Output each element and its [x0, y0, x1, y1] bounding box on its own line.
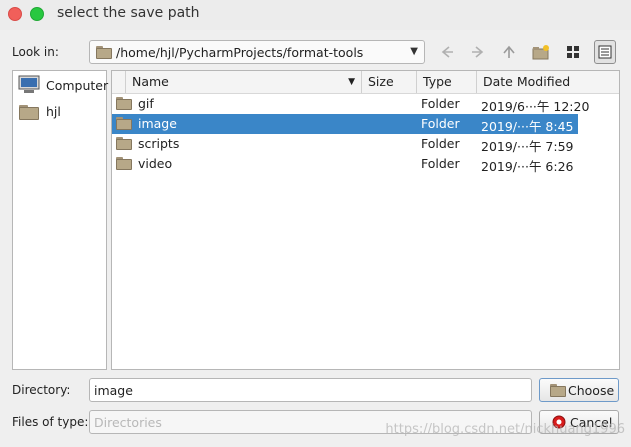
sidebar-item-computer[interactable]: Computer: [18, 75, 108, 97]
up-arrow-icon[interactable]: [498, 40, 520, 64]
file-name: scripts: [138, 136, 180, 151]
maximize-window-button[interactable]: [30, 7, 44, 21]
window-title: select the save path: [57, 5, 200, 21]
chevron-down-icon[interactable]: ▼: [410, 46, 418, 57]
table-row-selected[interactable]: image Folder 2019/···午 8:45: [112, 114, 578, 134]
detail-view-icon[interactable]: [594, 40, 616, 64]
file-date: 2019/6···午 12:20: [481, 99, 590, 114]
file-type: Folder: [421, 136, 460, 151]
file-date: 2019/···午 7:59: [481, 139, 574, 154]
look-in-combo[interactable]: /home/hjl/PycharmProjects/format-tools ▼: [89, 40, 425, 64]
file-name: image: [138, 116, 177, 131]
folder-icon: [116, 117, 132, 130]
file-list: Name ▼ Size Type Date Modified gif Folde…: [111, 70, 620, 370]
table-header: Name ▼ Size Type Date Modified: [112, 71, 619, 94]
back-arrow-icon[interactable]: [436, 40, 458, 64]
sort-descending-icon: ▼: [348, 77, 355, 87]
folder-icon: [550, 384, 566, 397]
file-date: 2019/···午 6:26: [481, 159, 574, 174]
directory-input[interactable]: image: [89, 378, 532, 402]
sidebar-item-label: Computer: [46, 78, 109, 93]
file-date: 2019/···午 8:45: [481, 119, 574, 134]
column-header-type[interactable]: Type: [417, 71, 477, 93]
look-in-path: /home/hjl/PycharmProjects/format-tools: [116, 45, 364, 60]
column-header-date[interactable]: Date Modified: [477, 71, 577, 93]
table-row[interactable]: gif Folder 2019/6···午 12:20: [112, 94, 589, 114]
title-bar: select the save path: [0, 0, 631, 30]
file-type: Folder: [421, 116, 460, 131]
file-name: gif: [138, 96, 154, 111]
files-of-type-value: Directories: [94, 415, 162, 430]
folder-icon: [19, 105, 39, 120]
close-window-button[interactable]: [8, 7, 22, 21]
file-name: video: [138, 156, 173, 171]
folder-icon: [116, 137, 132, 150]
directory-value: image: [94, 383, 133, 398]
sidebar-item-label: hjl: [46, 104, 61, 119]
folder-icon: [116, 157, 132, 170]
directory-label: Directory:: [12, 383, 71, 397]
watermark: https://blog.csdn.net/nickhuang1996: [385, 422, 625, 437]
sidebar: Computer hjl: [12, 70, 108, 370]
computer-icon: [18, 75, 40, 93]
forward-arrow-icon[interactable]: [467, 40, 489, 64]
column-header-name[interactable]: Name ▼: [126, 71, 362, 93]
icon-view-icon[interactable]: [562, 40, 584, 64]
folder-icon: [96, 46, 112, 59]
table-row[interactable]: video Folder 2019/···午 6:26: [112, 154, 578, 174]
column-header-size[interactable]: Size: [362, 71, 417, 93]
table-row[interactable]: scripts Folder 2019/···午 7:59: [112, 134, 578, 154]
look-in-label: Look in:: [12, 45, 59, 59]
file-type: Folder: [421, 156, 460, 171]
new-folder-icon[interactable]: [530, 40, 552, 64]
folder-icon: [116, 97, 132, 110]
files-of-type-label: Files of type:: [12, 415, 89, 429]
file-type: Folder: [421, 96, 460, 111]
choose-button[interactable]: Choose: [539, 378, 619, 402]
